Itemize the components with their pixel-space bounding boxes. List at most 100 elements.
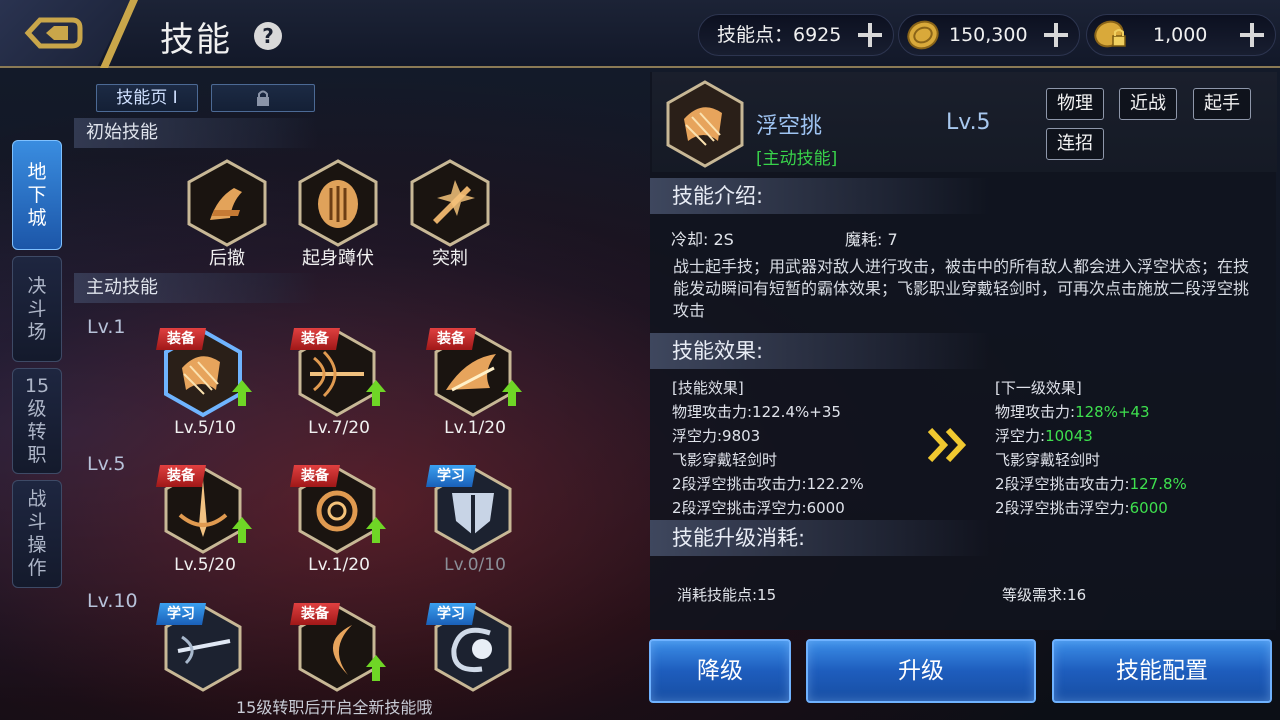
tab-arena-char: 决	[27, 274, 47, 297]
effect-line: 2段浮空挑击攻击力:127.8%	[995, 472, 1187, 496]
tab-class-advance[interactable]: 15 级 转 职	[12, 368, 62, 474]
skill-page-2-tab[interactable]	[211, 84, 315, 112]
effect-value: 127.8%	[1129, 475, 1187, 493]
double-chevron-icon	[928, 428, 967, 462]
back-arrow-icon	[24, 17, 83, 49]
rise-crouch-skill-icon	[298, 159, 378, 247]
skill-page-1-tab[interactable]: 技能页 Ⅰ	[96, 84, 198, 112]
gold-coin-icon	[907, 20, 939, 50]
downgrade-button[interactable]: 降级	[649, 639, 791, 703]
effect-value: 128%+43	[1075, 403, 1150, 421]
thrust-skill-icon	[410, 159, 490, 247]
add-skill-points-button[interactable]	[857, 22, 883, 48]
effect-value: 6000	[1129, 499, 1168, 517]
effect-label: 2段浮空挑击浮空力:	[995, 499, 1130, 517]
retreat-skill-icon	[187, 159, 267, 247]
upgrade-arrow-icon	[232, 517, 252, 543]
effect-label: 2段浮空挑击攻击力:	[995, 475, 1130, 493]
cooldown: 冷却: 2S	[671, 230, 734, 249]
next-effect-title: [下一级效果]	[995, 379, 1082, 397]
tag-combo: 连招	[1046, 128, 1104, 160]
skill-level: Lv.7/20	[308, 418, 370, 438]
current-effect: [技能效果] 物理攻击力:122.4%+35 浮空力:9803 飞影穿戴轻剑时 …	[672, 376, 864, 520]
gold-display: 150,300	[898, 14, 1080, 56]
level-label: Lv.5	[87, 453, 126, 475]
effect-line: 物理攻击力:122.4%+35	[672, 403, 841, 421]
equip-badge: 装备	[290, 328, 340, 350]
tab-class-advance-char: 职	[27, 444, 47, 466]
level-label: Lv.1	[87, 316, 126, 338]
upgrade-arrow-icon	[232, 380, 252, 406]
effect-line: 2段浮空挑击攻击力:122.2%	[672, 475, 864, 493]
tag-melee: 近战	[1119, 88, 1177, 120]
bound-gold-display: 1,000	[1086, 14, 1276, 56]
level-requirement: 等级需求:16	[1002, 586, 1087, 604]
add-gold-button[interactable]	[1043, 22, 1069, 48]
effect-line: 2段浮空挑击浮空力:6000	[672, 499, 845, 517]
add-bound-gold-button[interactable]	[1239, 22, 1265, 48]
current-effect-title: [技能效果]	[672, 379, 744, 397]
equip-badge: 装备	[156, 465, 206, 487]
upgrade-button[interactable]: 升级	[806, 639, 1036, 703]
float-lift-detail-icon	[666, 80, 744, 168]
effect-line: 物理攻击力:128%+43	[995, 400, 1187, 424]
tab-combat-controls-char: 作	[27, 557, 47, 579]
question-icon[interactable]: ?	[254, 22, 282, 50]
tab-combat-controls-char: 斗	[27, 511, 47, 533]
skill-config-button[interactable]: 技能配置	[1052, 639, 1272, 703]
bound-gold-amount: 1,000	[1153, 24, 1208, 46]
skill-level: Lv.1/20	[308, 555, 370, 575]
header-divider	[100, 0, 138, 68]
mana-cost: 魔耗: 7	[845, 230, 898, 249]
learn-badge: 学习	[426, 603, 476, 625]
skill-point-cost: 消耗技能点:15	[677, 586, 777, 604]
level-label: Lv.10	[87, 590, 138, 612]
upgrade-arrow-icon	[366, 517, 386, 543]
skill-detail-type: [主动技能]	[756, 149, 838, 169]
lock-icon	[257, 90, 269, 106]
effect-line: 2段浮空挑击浮空力:6000	[995, 496, 1187, 520]
next-level-effect: [下一级效果] 物理攻击力:128%+43 浮空力:10043 飞影穿戴轻剑时 …	[995, 376, 1187, 520]
effect-line: 飞影穿戴轻剑时	[995, 448, 1187, 472]
skill-effect-header: 技能效果:	[650, 333, 990, 369]
tab-dungeon[interactable]: 地 下 城	[12, 140, 62, 250]
skill-points-label: 技能点：6925	[717, 24, 842, 46]
skill-name: 起身蹲伏	[302, 248, 374, 269]
skill-detail-level: Lv.5	[946, 110, 991, 135]
class-advance-hint: 15级转职后开启全新技能哦	[236, 698, 433, 717]
upgrade-arrow-icon	[366, 380, 386, 406]
active-skills-header: 主动技能	[74, 273, 318, 303]
skill-name: 突刺	[432, 248, 468, 269]
upgrade-arrow-icon	[502, 380, 522, 406]
tab-class-advance-char: 级	[27, 398, 47, 420]
equip-badge: 装备	[156, 328, 206, 350]
tab-class-advance-char: 15	[24, 375, 50, 397]
effect-line: 浮空力:9803	[672, 427, 761, 445]
skill-intro-header: 技能介绍:	[650, 178, 990, 214]
tab-class-advance-char: 转	[27, 421, 47, 443]
initial-skills-header: 初始技能	[74, 118, 318, 148]
tab-combat-controls-char: 战	[27, 488, 47, 510]
tab-combat-controls[interactable]: 战 斗 操 作	[12, 480, 62, 588]
equip-badge: 装备	[426, 328, 476, 350]
effect-value: 10043	[1045, 427, 1093, 445]
effect-label: 飞影穿戴轻剑时	[995, 451, 1101, 469]
skill-level: Lv.5/10	[174, 418, 236, 438]
locked-coin-icon	[1094, 20, 1126, 48]
tag-physical: 物理	[1046, 88, 1104, 120]
skill-detail-name: 浮空挑	[756, 114, 823, 139]
top-bar: 技能 ? 技能点：6925 150,300 1,000	[0, 0, 1280, 68]
learn-badge: 学习	[426, 465, 476, 487]
tab-dungeon-char: 城	[27, 206, 47, 229]
tab-arena-char: 斗	[27, 297, 47, 320]
equip-badge: 装备	[290, 603, 340, 625]
skill-points-display: 技能点：6925	[698, 14, 894, 56]
effect-label: 物理攻击力:	[995, 403, 1076, 421]
tab-arena[interactable]: 决 斗 场	[12, 256, 62, 362]
effect-label: 浮空力:	[995, 427, 1046, 445]
skill-level: Lv.0/10	[444, 555, 506, 575]
learn-badge: 学习	[156, 603, 206, 625]
page-title: 技能	[160, 20, 232, 60]
equip-badge: 装备	[290, 465, 340, 487]
upgrade-arrow-icon	[366, 655, 386, 681]
